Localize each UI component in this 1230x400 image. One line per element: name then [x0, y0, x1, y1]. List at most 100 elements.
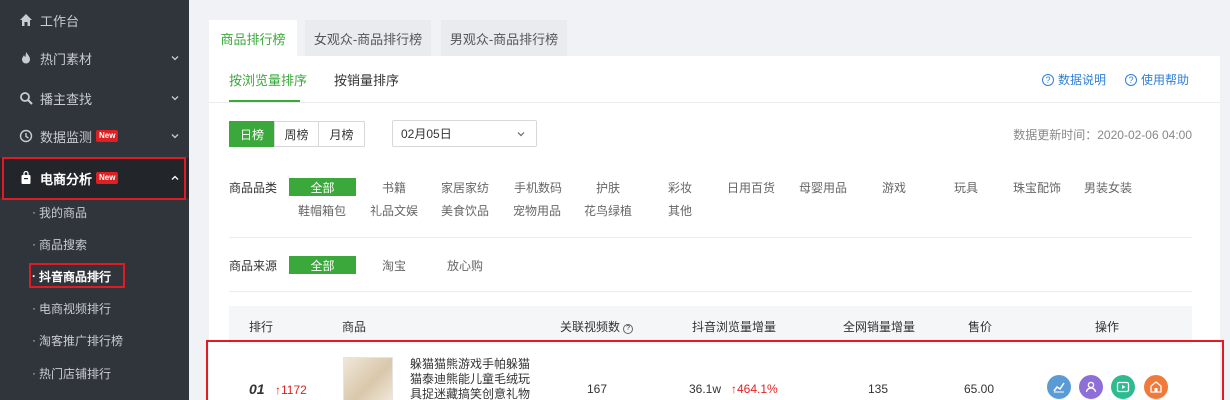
user-icon	[1085, 381, 1097, 393]
data-explanation-link[interactable]: ? 数据说明	[1042, 71, 1106, 88]
column-header-video-count: 关联视频数?	[560, 318, 634, 335]
sidebar-subitem-label: 商品搜索	[39, 237, 88, 252]
sidebar-item-label: 工作台	[40, 13, 80, 29]
date-value: 02月05日	[401, 127, 452, 141]
category-label: 商品品类	[229, 181, 278, 195]
divider	[209, 102, 1220, 103]
chevron-down-icon	[517, 132, 525, 137]
sidebar-item-label: 数据监测	[40, 129, 93, 145]
category-option[interactable]: 花鸟绿植	[584, 202, 632, 219]
chevron-down-icon	[171, 56, 179, 61]
link-label: 数据说明	[1058, 73, 1107, 87]
sidebar-subitem-label: 淘客推广排行榜	[39, 333, 124, 348]
chevron-down-icon	[171, 134, 179, 139]
category-option[interactable]: 鞋帽箱包	[298, 202, 346, 219]
category-option[interactable]: 日用百货	[727, 179, 775, 196]
column-header: 售价	[968, 320, 993, 334]
category-option[interactable]: 宠物用品	[513, 202, 561, 219]
update-time: 数据更新时间：2020-02-06 04:00	[1013, 128, 1192, 142]
category-option[interactable]: 其他	[668, 202, 692, 219]
sidebar-item-label: 播主查找	[40, 91, 93, 107]
new-badge: New	[96, 130, 119, 142]
line-chart-icon	[1053, 382, 1065, 393]
sales-cell: 135	[868, 382, 889, 396]
category-option[interactable]: 美食饮品	[441, 202, 489, 219]
chevron-down-icon	[171, 96, 179, 101]
trend-chart-button[interactable]	[1047, 375, 1071, 399]
sidebar-subitem-label: 热门店铺排行	[39, 366, 112, 381]
views-growth: ↑464.1%	[731, 382, 778, 396]
tab-product-ranking[interactable]: 商品排行榜	[209, 20, 297, 56]
sidebar-subitem-taoke-ranking[interactable]: · 淘客推广排行榜	[32, 329, 123, 351]
table-header: 排行 商品 关联视频数? 抖音浏览量增量 全网销量增量 售价 操作	[229, 306, 1192, 344]
video-count-cell: 167	[587, 382, 608, 396]
source-option[interactable]: 放心购	[447, 257, 483, 274]
category-option[interactable]: 书籍	[382, 179, 406, 196]
question-icon: ?	[1042, 73, 1054, 86]
anchor-button[interactable]	[1079, 375, 1103, 399]
column-header: 商品	[342, 320, 367, 334]
sidebar-item-hot-material[interactable]: 热门素材	[0, 43, 189, 73]
sidebar-item-anchor-search[interactable]: 播主查找	[0, 83, 189, 113]
source-option[interactable]: 全部	[289, 256, 356, 274]
sidebar-item-data-monitor[interactable]: 数据监测 New	[0, 121, 189, 151]
sidebar-subitem-product-search[interactable]: · 商品搜索	[32, 233, 87, 255]
video-button[interactable]	[1111, 375, 1135, 399]
monitor-icon	[18, 128, 34, 144]
sidebar-subitem-my-products[interactable]: · 我的商品	[32, 201, 87, 223]
period-day-button[interactable]: 日榜	[229, 121, 275, 147]
category-option[interactable]: 珠宝配饰	[1013, 179, 1061, 196]
sidebar: 工作台 热门素材 播主查找 数据监测 New 电商分析 New · 我的商品 · 商…	[0, 0, 189, 400]
price-cell: 65.00	[964, 382, 995, 396]
divider	[229, 291, 1192, 292]
category-option[interactable]: 游戏	[882, 179, 906, 196]
category-option[interactable]: 全部	[289, 178, 356, 196]
sidebar-subitem-label: 我的商品	[39, 205, 88, 220]
tab-male-ranking[interactable]: 男观众-商品排行榜	[441, 20, 567, 56]
category-option[interactable]: 家居家纺	[441, 179, 489, 196]
search-icon	[18, 90, 34, 106]
sidebar-item-label: 热门素材	[40, 51, 93, 67]
product-title[interactable]: 躲猫猫熊游戏手帕躲猫 猫泰迪熊能儿童毛绒玩 具捉迷藏搞笑创意礼物	[410, 357, 536, 400]
play-icon	[1116, 381, 1130, 393]
help-link[interactable]: ? 使用帮助	[1125, 71, 1189, 88]
tab-sort-by-sales[interactable]: 按销量排序	[334, 70, 399, 89]
product-title-line: 猫泰迪熊能儿童毛绒玩	[410, 372, 531, 386]
source-option[interactable]: 淘宝	[382, 257, 406, 274]
period-week-button[interactable]: 周榜	[274, 121, 319, 147]
category-option[interactable]: 手机数码	[514, 179, 562, 196]
product-image[interactable]	[343, 357, 393, 400]
period-month-button[interactable]: 月榜	[318, 121, 365, 147]
question-icon: ?	[1125, 73, 1137, 86]
sidebar-subitem-video-ranking[interactable]: · 电商视频排行	[32, 297, 111, 319]
column-header-label: 关联视频数	[560, 320, 621, 334]
category-option[interactable]: 玩具	[954, 179, 978, 196]
top-tabs: 商品排行榜 女观众-商品排行榜 男观众-商品排行榜	[209, 20, 1220, 56]
column-header: 操作	[1095, 320, 1120, 334]
divider	[229, 237, 1192, 238]
shop-button[interactable]	[1144, 375, 1168, 399]
category-option[interactable]: 男装女装	[1084, 179, 1132, 196]
sidebar-subitem-label: 电商视频排行	[39, 301, 112, 316]
highlight-box	[2, 157, 186, 200]
store-icon	[1150, 381, 1162, 393]
column-header: 全网销量增量	[843, 320, 916, 334]
category-option[interactable]: 礼品文娱	[370, 202, 418, 219]
column-header: 排行	[249, 320, 274, 334]
category-option[interactable]: 母婴用品	[799, 179, 847, 196]
tab-sort-by-views[interactable]: 按浏览量排序	[229, 70, 307, 89]
sidebar-subitem-shop-ranking[interactable]: · 热门店铺排行	[32, 362, 111, 384]
category-option[interactable]: 彩妆	[668, 179, 692, 196]
date-select[interactable]: 02月05日	[392, 120, 537, 147]
product-title-line: 躲猫猫熊游戏手帕躲猫	[410, 357, 531, 371]
home-icon	[18, 12, 34, 28]
link-label: 使用帮助	[1141, 73, 1190, 87]
product-title-line: 具捉迷藏搞笑创意礼物	[410, 387, 531, 400]
column-header: 抖音浏览量增量	[692, 320, 777, 334]
sidebar-item-workbench[interactable]: 工作台	[0, 5, 189, 35]
tab-female-ranking[interactable]: 女观众-商品排行榜	[305, 20, 431, 56]
flame-icon	[18, 50, 34, 66]
category-option[interactable]: 护肤	[596, 179, 620, 196]
question-icon[interactable]: ?	[623, 324, 634, 334]
source-label: 商品来源	[229, 259, 278, 273]
